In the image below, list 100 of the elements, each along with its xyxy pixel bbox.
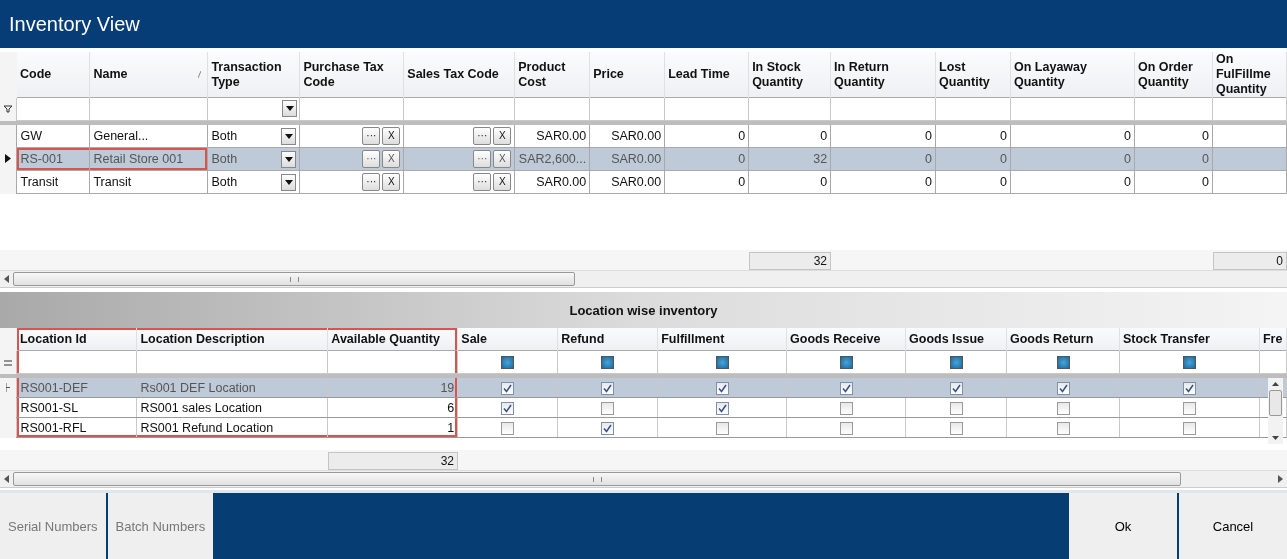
checkbox[interactable] xyxy=(501,421,515,435)
checkbox[interactable] xyxy=(501,381,515,395)
column-header[interactable]: Goods Receive xyxy=(786,328,906,351)
column-header[interactable]: On Order Quantity xyxy=(1134,52,1213,98)
select-all-checkbox[interactable] xyxy=(1056,356,1070,370)
table-cell: 32 xyxy=(813,152,828,166)
column-header[interactable]: Purchase Tax Code xyxy=(299,52,404,98)
table-cell: 0 xyxy=(738,152,746,166)
clear-button[interactable]: X xyxy=(382,127,401,145)
scroll-up-icon[interactable] xyxy=(1272,382,1279,386)
scroll-right-icon[interactable] xyxy=(1278,475,1283,483)
table-cell: 0 xyxy=(1201,175,1209,189)
table-cell: Both xyxy=(211,152,238,166)
checkbox[interactable] xyxy=(1182,421,1196,435)
checkbox[interactable] xyxy=(501,401,515,415)
column-header[interactable]: Product Cost xyxy=(514,52,590,98)
summary-value: 0 xyxy=(1213,252,1287,270)
column-header[interactable]: Transaction Type xyxy=(207,52,300,98)
checkbox[interactable] xyxy=(1056,401,1070,415)
column-header[interactable]: Name xyxy=(89,52,208,98)
scroll-left-icon[interactable] xyxy=(4,275,9,283)
column-header[interactable]: Fre xyxy=(1259,328,1287,351)
clear-button[interactable]: X xyxy=(493,150,512,168)
select-all-checkbox[interactable] xyxy=(839,356,853,370)
checkbox[interactable] xyxy=(839,381,853,395)
checkbox[interactable] xyxy=(1056,421,1070,435)
table-cell: 0 xyxy=(1124,129,1131,143)
checkbox[interactable] xyxy=(839,421,853,435)
checkbox[interactable] xyxy=(715,401,729,415)
checkbox[interactable] xyxy=(601,381,615,395)
column-header[interactable]: On FulFillme Quantity xyxy=(1212,52,1287,98)
browse-button[interactable]: ··· xyxy=(362,127,381,145)
table-cell: SAR2,600... xyxy=(518,152,587,166)
column-header[interactable]: Sale xyxy=(457,328,558,351)
browse-button[interactable]: ··· xyxy=(473,173,492,191)
checkbox[interactable] xyxy=(601,401,615,415)
table-cell: 0 xyxy=(738,129,746,143)
column-header[interactable]: Available Quantity xyxy=(327,328,458,351)
table-cell: RS001 Refund Location xyxy=(140,420,274,435)
vertical-scrollbar[interactable] xyxy=(1268,378,1283,444)
clear-button[interactable]: X xyxy=(382,173,401,191)
column-header[interactable]: Goods Issue xyxy=(905,328,1007,351)
checkbox[interactable] xyxy=(1056,381,1070,395)
browse-button[interactable]: ··· xyxy=(473,150,492,168)
table-cell: 6 xyxy=(447,400,455,415)
checkbox[interactable] xyxy=(1182,401,1196,415)
checkbox[interactable] xyxy=(949,401,963,415)
table-cell: 0 xyxy=(1000,175,1007,189)
select-all-checkbox[interactable] xyxy=(601,356,615,370)
table-cell: SAR0.00 xyxy=(611,152,662,166)
clear-button[interactable]: X xyxy=(493,173,512,191)
checkbox[interactable] xyxy=(949,381,963,395)
column-header[interactable]: Lost Quantity xyxy=(935,52,1011,98)
scrollbar-thumb[interactable] xyxy=(13,472,1181,486)
filter-icon[interactable] xyxy=(4,105,13,113)
column-header[interactable]: Sales Tax Code xyxy=(403,52,515,98)
column-header[interactable]: Location Id xyxy=(17,328,137,351)
checkbox[interactable] xyxy=(949,421,963,435)
current-row-icon xyxy=(5,154,12,163)
caret-icon xyxy=(284,179,293,185)
browse-button[interactable]: ··· xyxy=(473,127,492,145)
column-header[interactable]: Location Description xyxy=(136,328,328,351)
select-all-checkbox[interactable] xyxy=(715,356,729,370)
table-cell: Both xyxy=(211,129,238,143)
footer-button[interactable]: Ok xyxy=(1069,493,1177,559)
scroll-down-icon[interactable] xyxy=(1272,436,1279,440)
scrollbar-thumb[interactable] xyxy=(13,272,575,286)
table-cell: 19 xyxy=(440,380,455,395)
column-header[interactable]: Code xyxy=(17,52,90,98)
scroll-left-icon[interactable] xyxy=(4,475,9,483)
table-cell: 0 xyxy=(1201,129,1209,143)
column-header[interactable]: Refund xyxy=(557,328,658,351)
browse-button[interactable]: ··· xyxy=(362,150,381,168)
clear-button[interactable]: X xyxy=(493,127,512,145)
column-header[interactable]: In Return Quantity xyxy=(830,52,936,98)
column-header[interactable]: Goods Return xyxy=(1006,328,1120,351)
select-all-checkbox[interactable] xyxy=(501,356,515,370)
clear-button[interactable]: X xyxy=(382,150,401,168)
dropdown-button[interactable] xyxy=(281,127,297,145)
checkbox[interactable] xyxy=(1182,381,1196,395)
checkbox[interactable] xyxy=(715,421,729,435)
table-cell: RS001-RFL xyxy=(20,420,87,435)
column-header[interactable]: Price xyxy=(589,52,665,98)
table-cell: 0 xyxy=(738,175,746,189)
column-header[interactable]: Stock Transfer xyxy=(1119,328,1260,351)
caret-icon xyxy=(285,106,294,111)
select-all-checkbox[interactable] xyxy=(1182,356,1196,370)
browse-button[interactable]: ··· xyxy=(362,173,381,191)
column-header[interactable]: On Layaway Quantity xyxy=(1010,52,1135,98)
dropdown-button[interactable] xyxy=(281,150,297,168)
footer-button[interactable]: Cancel xyxy=(1179,493,1287,559)
select-all-checkbox[interactable] xyxy=(949,356,963,370)
dropdown-button[interactable] xyxy=(281,173,297,191)
column-header[interactable]: Lead Time xyxy=(664,52,749,98)
dropdown-button[interactable] xyxy=(282,100,298,117)
column-header[interactable]: Fulfillment xyxy=(657,328,787,351)
checkbox[interactable] xyxy=(839,401,853,415)
column-header[interactable]: In Stock Quantity xyxy=(748,52,831,98)
checkbox[interactable] xyxy=(601,421,615,435)
checkbox[interactable] xyxy=(715,381,729,395)
